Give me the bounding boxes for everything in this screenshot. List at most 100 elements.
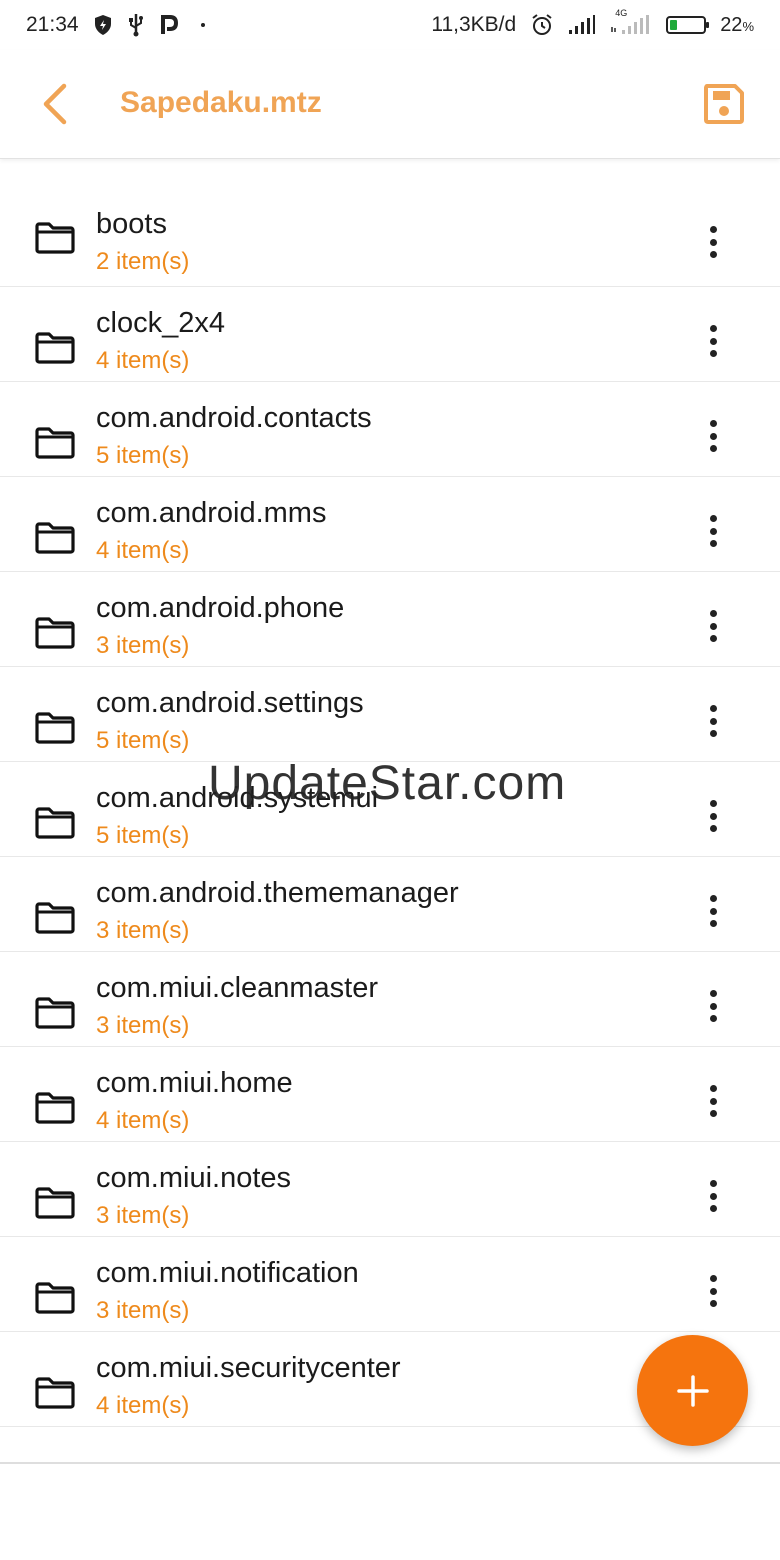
more-vert-icon [709, 226, 717, 233]
list-item[interactable]: boots 2 item(s) [0, 174, 780, 287]
add-button[interactable] [637, 1335, 748, 1446]
more-options-button[interactable] [698, 1081, 728, 1121]
more-vert-icon-dot [709, 432, 717, 440]
dot-icon [193, 20, 213, 30]
folder-name: com.android.mms [96, 497, 327, 529]
list-item[interactable]: com.miui.notification 3 item(s) [0, 1237, 780, 1332]
more-vert-icon-dot [709, 251, 717, 258]
folder-icon [35, 1282, 75, 1314]
folder-name: com.android.contacts [96, 402, 372, 434]
folder-name: com.android.thememanager [96, 877, 459, 909]
list-item[interactable]: com.android.thememanager 3 item(s) [0, 857, 780, 952]
list-item[interactable]: com.android.settings 5 item(s) [0, 667, 780, 762]
chevron-left-icon [43, 83, 67, 125]
more-vert-icon-dot [709, 1205, 717, 1212]
p-app-icon [159, 14, 179, 36]
folder-name: com.android.phone [96, 592, 345, 624]
app-bar: Sapedaku.mtz [0, 50, 780, 159]
plus-icon [676, 1374, 709, 1407]
list-item[interactable]: com.android.mms 4 item(s) [0, 477, 780, 572]
folder-icon [35, 902, 75, 934]
folder-name: com.miui.securitycenter [96, 1352, 401, 1384]
folder-icon [35, 522, 75, 554]
more-options-button[interactable] [698, 416, 728, 456]
more-vert-icon-dot [709, 350, 717, 357]
more-options-button[interactable] [698, 1176, 728, 1216]
more-options-button[interactable] [698, 222, 728, 262]
more-vert-icon [709, 990, 717, 997]
folder-item-count: 3 item(s) [96, 1202, 190, 1229]
signal-4g-icon: 4G [610, 8, 652, 36]
folder-icon [35, 807, 75, 839]
folder-name: com.android.settings [96, 687, 364, 719]
more-vert-icon-dot [709, 825, 717, 832]
more-options-button[interactable] [698, 891, 728, 931]
status-right: 11,3KB/d 4G 22% [431, 8, 754, 37]
list-item[interactable]: com.miui.home 4 item(s) [0, 1047, 780, 1142]
list-item[interactable]: clock_2x4 4 item(s) [0, 287, 780, 382]
status-time: 21:34 [26, 13, 79, 36]
more-options-button[interactable] [698, 511, 728, 551]
folder-item-count: 3 item(s) [96, 632, 190, 659]
more-vert-icon-dot [709, 445, 717, 452]
more-vert-icon-dot [709, 337, 717, 345]
folder-name: boots [96, 208, 167, 240]
folder-item-count: 3 item(s) [96, 917, 190, 944]
folder-icon [35, 332, 75, 364]
usb-icon [127, 13, 145, 37]
more-vert-icon-dot [709, 920, 717, 927]
save-button[interactable] [702, 82, 746, 126]
list-item[interactable]: com.miui.notes 3 item(s) [0, 1142, 780, 1237]
more-options-button[interactable] [698, 796, 728, 836]
more-options-button[interactable] [698, 701, 728, 741]
more-vert-icon [709, 325, 717, 332]
more-options-button[interactable] [698, 321, 728, 361]
more-vert-icon-dot [709, 1192, 717, 1200]
more-vert-icon-dot [709, 1287, 717, 1295]
folder-icon [35, 1377, 75, 1409]
more-vert-icon [709, 515, 717, 522]
more-vert-icon-dot [709, 635, 717, 642]
list-item[interactable]: com.miui.cleanmaster 3 item(s) [0, 952, 780, 1047]
more-vert-icon-dot [709, 238, 717, 246]
more-vert-icon-dot [709, 907, 717, 915]
list-item[interactable]: com.android.phone 3 item(s) [0, 572, 780, 667]
folder-item-count: 4 item(s) [96, 1392, 190, 1419]
battery-icon [666, 16, 710, 34]
more-vert-icon-dot [709, 527, 717, 535]
folder-icon [35, 1092, 75, 1124]
signal-icon [568, 15, 596, 35]
alarm-icon [530, 13, 554, 37]
folder-name: com.miui.home [96, 1067, 293, 1099]
shield-icon [93, 14, 113, 36]
more-vert-icon [709, 705, 717, 712]
folder-icon [35, 1187, 75, 1219]
more-vert-icon [709, 610, 717, 617]
list-item[interactable]: com.android.contacts 5 item(s) [0, 382, 780, 477]
back-button[interactable] [36, 80, 76, 128]
more-vert-icon [709, 1180, 717, 1187]
more-vert-icon [709, 895, 717, 902]
more-vert-icon [709, 1275, 717, 1282]
more-vert-icon-dot [709, 1097, 717, 1105]
status-left: 21:34 [26, 13, 213, 37]
folder-name: com.miui.notification [96, 1257, 359, 1289]
folder-item-count: 5 item(s) [96, 822, 190, 849]
status-bar: 21:34 11,3KB/d 4G 22% [0, 0, 780, 50]
folder-item-count: 5 item(s) [96, 727, 190, 754]
page-title: Sapedaku.mtz [120, 86, 322, 119]
more-options-button[interactable] [698, 606, 728, 646]
more-options-button[interactable] [698, 986, 728, 1026]
more-vert-icon-dot [709, 622, 717, 630]
folder-item-count: 3 item(s) [96, 1012, 190, 1039]
more-options-button[interactable] [698, 1271, 728, 1311]
more-vert-icon-dot [709, 1110, 717, 1117]
folder-icon [35, 997, 75, 1029]
folder-icon [35, 427, 75, 459]
folder-name: com.miui.cleanmaster [96, 972, 379, 1004]
more-vert-icon [709, 420, 717, 427]
folder-item-count: 2 item(s) [96, 248, 190, 275]
more-vert-icon-dot [709, 1300, 717, 1307]
folder-item-count: 4 item(s) [96, 347, 190, 374]
more-vert-icon-dot [709, 812, 717, 820]
